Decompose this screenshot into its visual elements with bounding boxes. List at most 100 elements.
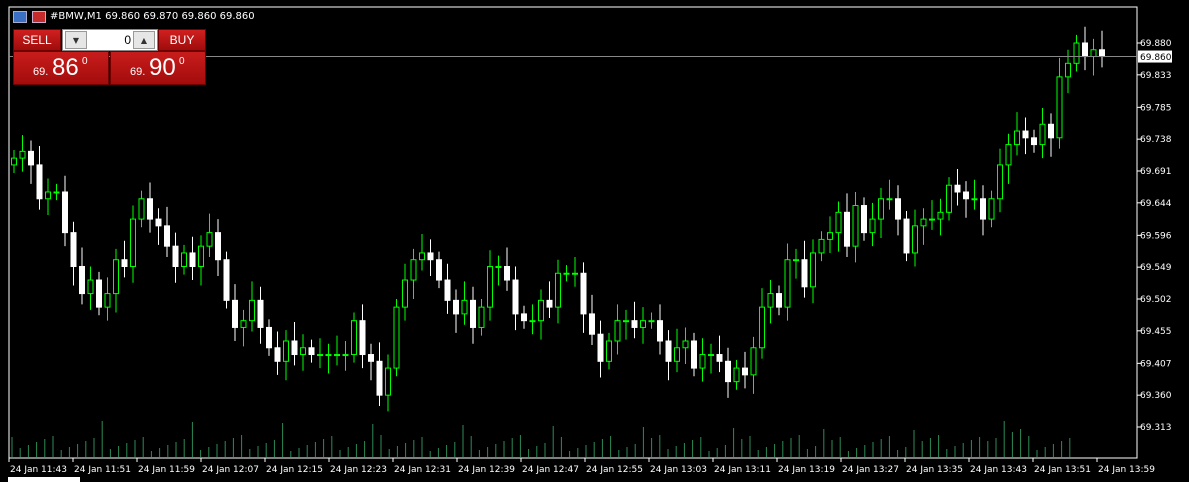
bear-candle — [368, 354, 374, 362]
bear-candle — [504, 265, 510, 281]
x-tick-label: 24 Jan 13:51 — [1034, 465, 1091, 475]
bull-candle — [784, 259, 791, 308]
x-tick-label: 24 Jan 11:51 — [74, 465, 131, 475]
bull-candle — [708, 354, 714, 357]
bull-candle — [606, 340, 612, 362]
sell-price-display[interactable]: 69. 86 0 — [13, 51, 109, 85]
bear-candle — [776, 293, 782, 308]
triangle-down-icon: ▼ — [72, 35, 80, 45]
x-tick-label: 24 Jan 12:23 — [330, 465, 387, 475]
buy-button[interactable]: BUY — [158, 29, 206, 51]
bear-candle — [903, 218, 910, 254]
bear-candle — [742, 367, 748, 376]
lot-size-stepper[interactable]: ▼ 0 ▲ — [62, 29, 158, 51]
bull-candle — [623, 320, 629, 323]
y-tick-label: 69.691 — [1140, 167, 1172, 177]
bear-candle — [861, 205, 867, 234]
bull-candle — [1073, 42, 1080, 64]
lot-decrease-button[interactable]: ▼ — [65, 31, 87, 49]
bear-candle — [691, 340, 697, 369]
bull-candle — [385, 367, 391, 396]
bull-candle — [614, 320, 621, 342]
bull-candle — [674, 347, 680, 362]
bear-candle — [589, 313, 595, 335]
bull-candle — [130, 218, 136, 267]
x-tick-label: 24 Jan 11:43 — [10, 465, 67, 475]
bull-candle — [11, 157, 17, 166]
bull-candle — [572, 272, 578, 275]
bear-candle — [980, 198, 986, 220]
bull-candle — [1014, 130, 1020, 146]
bear-candle — [155, 218, 162, 227]
bull-candle — [240, 320, 247, 328]
sell-button[interactable]: SELL — [13, 29, 61, 51]
bear-candle — [631, 320, 638, 328]
lot-size-input[interactable]: 0 — [89, 33, 131, 47]
y-tick-label: 69.502 — [1140, 295, 1172, 305]
bull-candle — [682, 340, 689, 349]
bull-candle — [648, 320, 655, 323]
bull-candle — [937, 211, 944, 220]
bull-candle — [45, 191, 51, 200]
bull-candle — [767, 293, 774, 308]
bear-candle — [28, 150, 34, 166]
bull-candle — [920, 218, 927, 227]
y-tick-label: 69.833 — [1140, 71, 1172, 81]
bull-candle — [810, 252, 816, 288]
bull-candle — [827, 232, 833, 240]
x-tick-label: 24 Jan 13:59 — [1098, 465, 1155, 475]
bear-candle — [512, 279, 519, 315]
sell-price-prefix: 69. — [33, 66, 49, 78]
bull-candle — [988, 198, 995, 220]
bear-candle — [215, 232, 221, 261]
x-tick-label: 24 Jan 11:59 — [138, 465, 195, 475]
x-tick-label: 24 Jan 12:07 — [202, 465, 259, 475]
bull-candle — [283, 340, 289, 362]
bull-candle — [852, 205, 859, 247]
bear-candle — [266, 326, 272, 349]
bear-candle — [597, 333, 604, 362]
bull-candle — [733, 367, 740, 383]
bear-candle — [147, 198, 153, 220]
bear-candle — [1082, 42, 1088, 58]
bear-candle — [223, 259, 230, 301]
x-tick-label: 24 Jan 12:15 — [266, 465, 323, 475]
bull-candle — [699, 354, 706, 369]
x-tick-label: 24 Jan 13:11 — [714, 465, 771, 475]
bull-candle — [563, 272, 570, 275]
bull-candle — [912, 225, 918, 254]
x-tick-label: 24 Jan 12:55 — [586, 465, 643, 475]
buy-price-display[interactable]: 69. 90 0 — [110, 51, 206, 85]
bear-candle — [274, 347, 281, 362]
bull-candle — [206, 232, 213, 247]
bull-candle — [487, 265, 493, 308]
bull-candle — [997, 164, 1003, 200]
bull-candle — [393, 306, 400, 369]
bull-candle — [886, 198, 893, 201]
sell-price-main: 86 — [52, 54, 79, 81]
bull-candle — [342, 354, 349, 357]
bear-candle — [427, 252, 434, 261]
bear-candle — [954, 184, 961, 193]
bear-candle — [844, 211, 850, 247]
x-tick-label: 24 Jan 13:35 — [906, 465, 963, 475]
bull-candle — [351, 320, 357, 356]
y-tick-label: 69.455 — [1140, 327, 1172, 337]
bull-candle — [793, 259, 799, 262]
chart-tab[interactable] — [8, 477, 80, 482]
bull-candle — [538, 299, 544, 322]
bull-candle — [419, 252, 425, 261]
bull-candle — [555, 272, 561, 308]
y-tick-label: 69.596 — [1140, 231, 1172, 241]
bull-candle — [181, 252, 187, 267]
bear-candle — [359, 320, 366, 356]
lot-increase-button[interactable]: ▲ — [133, 31, 155, 49]
bear-candle — [963, 191, 969, 200]
chart-window-icon — [13, 11, 27, 23]
x-tick-label: 24 Jan 12:47 — [522, 465, 579, 475]
bull-candle — [495, 265, 502, 268]
buy-price-prefix: 69. — [130, 66, 146, 78]
bull-candle — [835, 211, 842, 234]
bear-candle — [172, 245, 179, 267]
bull-candle — [1056, 76, 1063, 139]
